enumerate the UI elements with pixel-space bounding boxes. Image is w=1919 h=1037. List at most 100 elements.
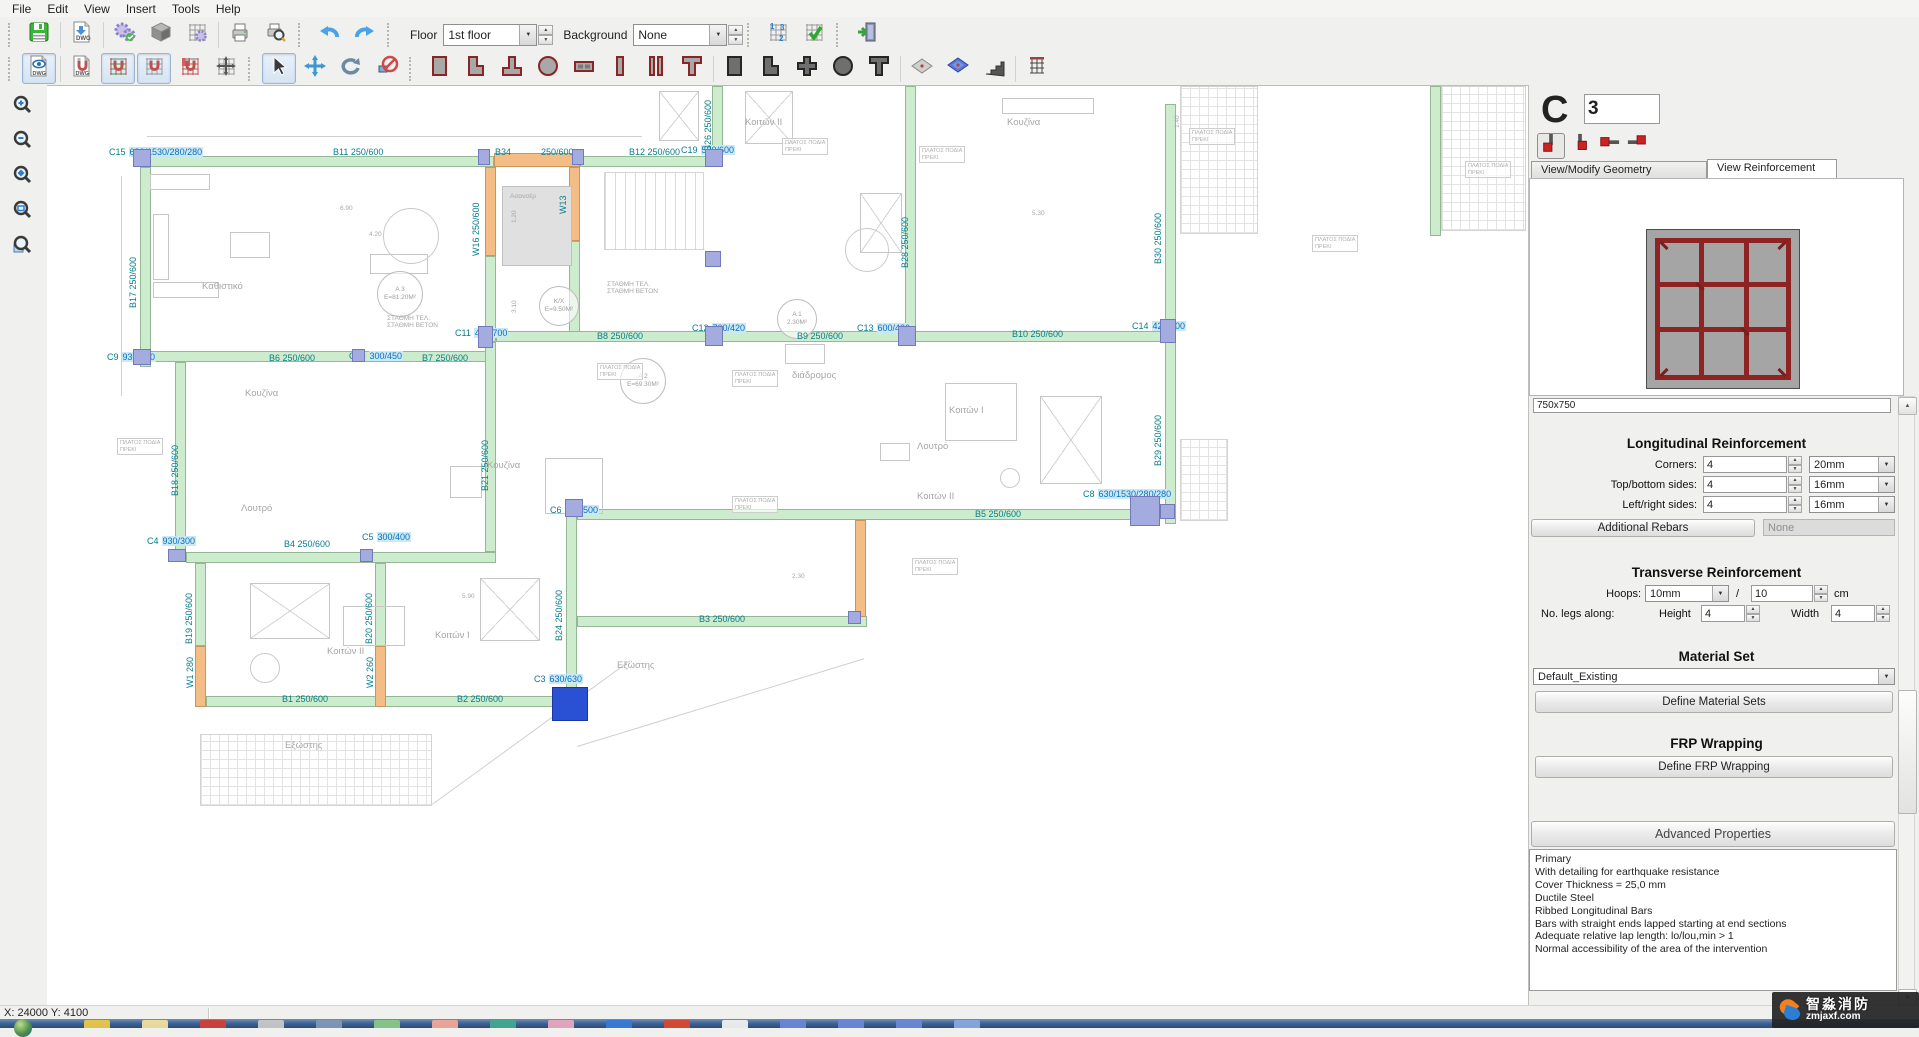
taskbar-app-icon[interactable] [84,1020,110,1028]
redo-button[interactable] [348,19,382,50]
grid-settings-button[interactable] [180,19,214,50]
frame-3d-button[interactable] [1020,53,1054,84]
wall[interactable] [855,520,866,617]
hoops-spacing-spinner[interactable]: ▲▼ [1814,585,1828,602]
taskbar-app-icon[interactable] [490,1020,516,1028]
wall[interactable] [195,646,206,707]
top-bottom-spinner[interactable]: ▲▼ [1788,476,1802,493]
zoom-in-button[interactable] [7,93,41,124]
material-set-select[interactable]: Default_Existing▼ [1533,668,1895,685]
floor-select[interactable]: 1st floor▼ [443,24,537,46]
column[interactable] [478,326,493,348]
junction-edge-left-button[interactable] [1595,133,1623,159]
beam[interactable] [905,86,916,331]
save-button[interactable] [22,19,56,50]
column[interactable] [572,149,584,165]
junction-corner-left-button[interactable] [1537,133,1565,159]
select-arrow-button[interactable] [262,53,296,84]
section-rect-button[interactable] [423,53,457,84]
view-dwg-button[interactable]: DWG [22,53,56,84]
start-orb-icon[interactable] [14,1019,32,1037]
legs-width-spinner[interactable]: ▲▼ [1876,605,1890,622]
beam[interactable] [206,696,567,707]
tab-view-modify-geometry[interactable]: View/Modify Geometry [1531,161,1707,178]
rotate-tool-button[interactable] [334,53,368,84]
column[interactable] [705,149,723,167]
left-right-spinner[interactable]: ▲▼ [1788,496,1802,513]
background-select[interactable]: None▼ [633,24,727,46]
print-button[interactable] [223,19,257,50]
legs-height-spinner[interactable]: ▲▼ [1746,605,1760,622]
menu-item-file[interactable]: File [4,1,39,17]
column[interactable] [705,326,723,346]
beam[interactable] [186,552,496,563]
section-size-field[interactable]: 750x750 [1533,398,1891,413]
settings-button[interactable] [108,19,142,50]
top-bottom-diameter-select[interactable]: 16mm▼ [1809,476,1895,493]
column[interactable] [478,149,490,165]
column[interactable] [848,611,861,624]
left-right-count-input[interactable]: 4 [1703,496,1787,513]
top-bottom-count-input[interactable]: 4 [1703,476,1787,493]
column[interactable] [898,326,916,346]
zoom-previous-button[interactable] [7,233,41,264]
fill-l-button[interactable] [754,53,788,84]
additional-rebars-button[interactable]: Additional Rebars [1531,519,1755,537]
fill-tee-button[interactable] [862,53,896,84]
scrollbar-thumb[interactable] [1898,690,1917,814]
wall[interactable] [485,167,496,256]
taskbar-app-icon[interactable] [374,1020,400,1028]
tab-view-reinforcement[interactable]: View Reinforcement [1707,159,1837,178]
advanced-properties-header[interactable]: Advanced Properties [1531,821,1895,847]
menu-item-tools[interactable]: Tools [164,1,208,17]
junction-corner-right-button[interactable] [1566,133,1594,159]
exit-button[interactable] [850,19,884,50]
column[interactable] [1160,504,1175,519]
taskbar-app-icon[interactable] [780,1020,806,1028]
wall[interactable] [375,646,386,707]
left-right-diameter-select[interactable]: 16mm▼ [1809,496,1895,513]
beam[interactable] [1430,86,1441,236]
taskbar-app-icon[interactable] [664,1020,690,1028]
menu-item-help[interactable]: Help [208,1,249,17]
zoom-out-button[interactable] [7,128,41,159]
beam[interactable] [577,509,1145,520]
snap-grid-button[interactable] [137,53,171,84]
import-dwg-button[interactable]: DWG [65,19,99,50]
legs-height-input[interactable]: 4 [1701,605,1745,622]
delete-tool-button[interactable] [370,53,404,84]
taskbar-app-icon[interactable] [200,1020,226,1028]
fill-circle-button[interactable] [826,53,860,84]
menu-item-insert[interactable]: Insert [118,1,164,17]
hoops-diameter-select[interactable]: 10mm▼ [1645,585,1729,602]
snap-dwg-button[interactable]: DWG [65,53,99,84]
section-flat-button[interactable] [603,53,637,84]
column[interactable] [360,549,373,562]
zoom-window-button[interactable] [7,198,41,229]
taskbar-app-icon[interactable] [896,1020,922,1028]
view-3d-button[interactable] [144,19,178,50]
move-nodes-button[interactable] [209,53,243,84]
taskbar-app-icon[interactable] [954,1020,980,1028]
define-material-sets-button[interactable]: Define Material Sets [1535,691,1893,713]
scroll-up-arrow-icon[interactable]: ▲ [1898,397,1917,415]
taskbar-app-icon[interactable] [258,1020,284,1028]
element-number-input[interactable]: 3 [1584,94,1660,124]
column[interactable] [1160,319,1176,343]
section-t-button[interactable] [495,53,529,84]
taskbar-app-icon[interactable] [432,1020,458,1028]
define-frp-wrapping-button[interactable]: Define FRP Wrapping [1535,756,1893,778]
column-selected[interactable] [552,687,588,721]
beam[interactable] [195,563,206,646]
floor-plan-canvas[interactable]: A 3E=81.20M²K/XE=9.50M²A 12.30M²A 2E=69.… [47,85,1528,1006]
section-wall-button[interactable] [567,53,601,84]
column[interactable] [565,499,583,517]
renumber-button[interactable]: 123 [761,19,795,50]
slab-button[interactable] [905,53,939,84]
stairs-button[interactable] [977,53,1011,84]
beam[interactable] [140,167,151,367]
section-circle-button[interactable] [531,53,565,84]
print-preview-button[interactable] [259,19,293,50]
legs-width-input[interactable]: 4 [1831,605,1875,622]
panel-scrollbar[interactable]: ▲ ▼ [1898,396,1915,1005]
